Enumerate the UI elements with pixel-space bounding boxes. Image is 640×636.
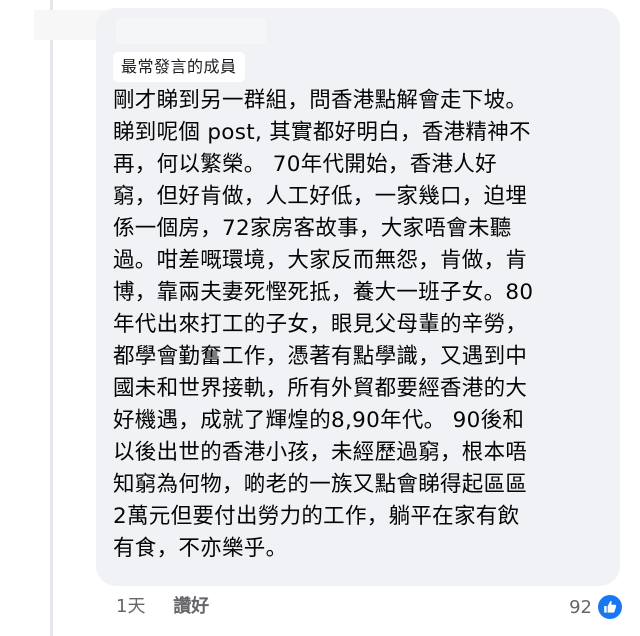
comment-line: 年代出來打工的子女，眼見父母輩的辛勞， (113, 312, 528, 337)
comment-line: 都學會勤奮工作，憑著有點學識，又遇到中 (113, 344, 528, 369)
comment-line: 以後出世的香港小孩，未經歷過窮，根本唔 (113, 440, 528, 465)
comment-body: 剛才睇到另一群組，問香港點解會走下坡。 睇到呢個 post, 其實都好明白，香港… (113, 85, 613, 565)
comment-actions: 1天 讚好 (116, 592, 209, 622)
comment-line: 剛才睇到另一群組，問香港點解會走下坡。 (113, 88, 528, 113)
redacted-author-name (116, 18, 266, 44)
like-thumbs-up-icon (598, 595, 622, 619)
comment-line: 睇到呢個 post, 其實都好明白，香港精神不 (113, 120, 531, 145)
like-button[interactable]: 讚好 (173, 592, 209, 622)
comment-line: 好機遇，成就了輝煌的8,90年代。 90後和 (113, 408, 525, 433)
comment-line: 再，何以繁榮。 70年代開始，香港人好 (113, 152, 497, 177)
comment-line: 國未和世界接軌，所有外貿都要經香港的大 (113, 376, 528, 401)
comment-line: 有食，不亦樂乎。 (113, 536, 288, 561)
comment-line: 博，靠兩夫妻死慳死抵，養大一班子女。80 (113, 280, 534, 305)
comment-line: 窮，但好肯做，人工好低，一家幾口，迫埋 (113, 184, 528, 209)
thread-connector-line (50, 0, 53, 636)
comment-line: 過。咁差嘅環境，大家反而無怨，肯做，肯 (113, 248, 528, 273)
comment-timestamp[interactable]: 1天 (116, 592, 145, 622)
comment-bubble: 最常發言的成員 剛才睇到另一群組，問香港點解會走下坡。 睇到呢個 post, 其… (96, 8, 620, 586)
comment-thread: 最常發言的成員 剛才睇到另一群組，問香港點解會走下坡。 睇到呢個 post, 其… (0, 0, 640, 636)
comment-line: 2萬元但要付出勞力的工作，躺平在家有飲 (113, 504, 520, 529)
comment-line: 係一個房，72家房客故事，大家唔會未聽 (113, 216, 512, 241)
reaction-summary[interactable]: 92 (569, 592, 622, 622)
top-contributor-badge: 最常發言的成員 (113, 52, 245, 82)
comment-line: 知窮為何物，啲老的一族又點會睇得起區區 (113, 472, 528, 497)
reaction-count: 92 (569, 596, 592, 618)
